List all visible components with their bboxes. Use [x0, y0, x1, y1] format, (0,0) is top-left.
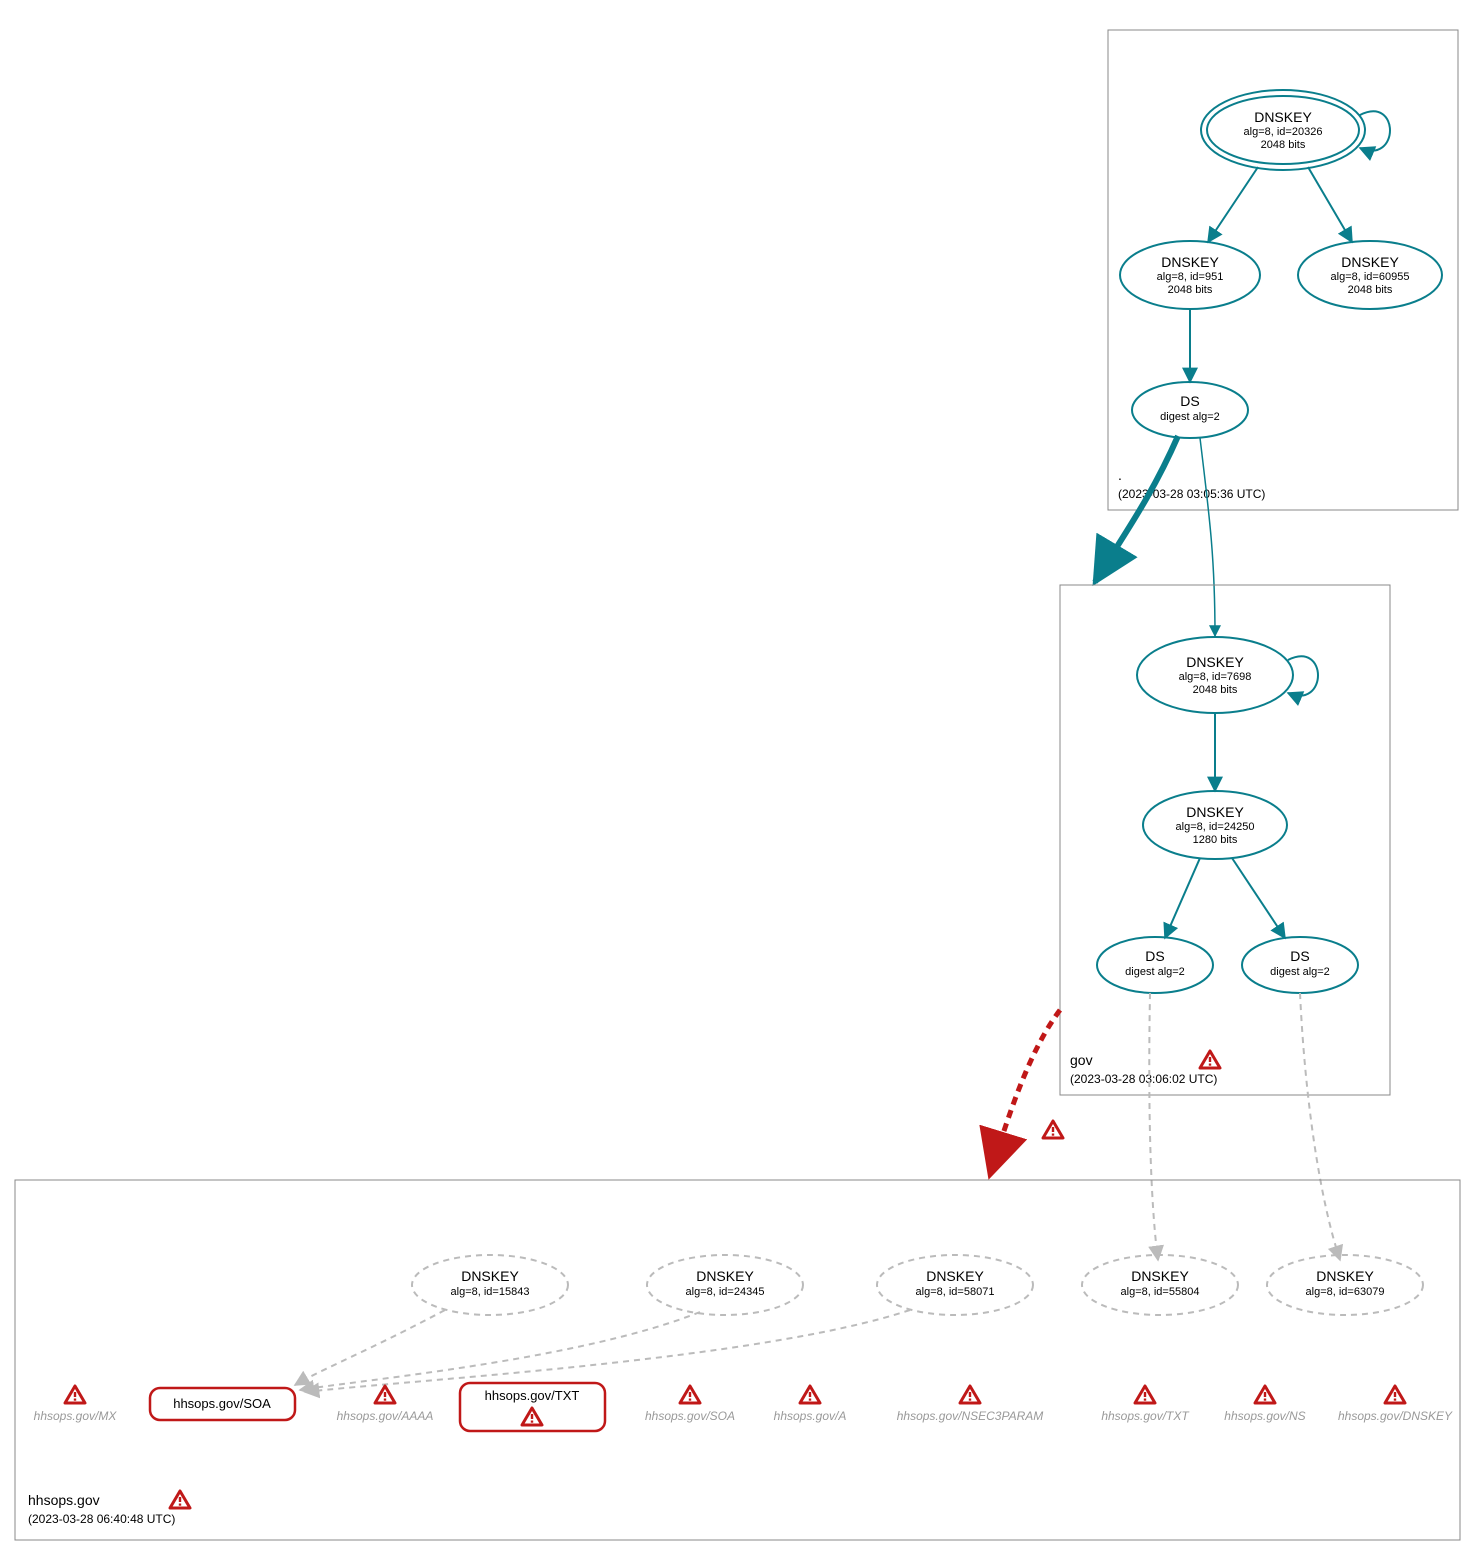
svg-text:hhsops.gov/AAAA: hhsops.gov/AAAA	[337, 1409, 434, 1423]
zone-root-timestamp: (2023-03-28 03:05:36 UTC)	[1118, 487, 1265, 501]
svg-text:hhsops.gov/TXT: hhsops.gov/TXT	[485, 1388, 580, 1403]
zone-hhsops: hhsops.gov (2023-03-28 06:40:48 UTC) DNS…	[15, 1180, 1460, 1540]
gov-ds2-node: DS digest alg=2	[1242, 937, 1358, 993]
hhsops-rr-ns: hhsops.gov/NS	[1224, 1386, 1305, 1423]
svg-text:digest alg=2: digest alg=2	[1160, 411, 1220, 423]
zone-root-name: .	[1118, 467, 1122, 483]
gov-ksk-node: DNSKEY alg=8, id=7698 2048 bits	[1137, 637, 1293, 713]
gov-zsk-node: DNSKEY alg=8, id=24250 1280 bits	[1143, 791, 1287, 859]
root-ksk-title: DNSKEY	[1254, 109, 1312, 125]
svg-text:digest alg=2: digest alg=2	[1125, 966, 1185, 978]
zone-hhsops-timestamp: (2023-03-28 06:40:48 UTC)	[28, 1512, 175, 1526]
zone-root: . (2023-03-28 03:05:36 UTC) DNSKEY alg=8…	[1108, 30, 1458, 510]
hhsops-soa-box: hhsops.gov/SOA	[150, 1388, 295, 1420]
hhsops-rr-aaaa: hhsops.gov/AAAA	[337, 1386, 434, 1423]
hhsops-rr-txt2: hhsops.gov/TXT	[1101, 1386, 1190, 1423]
svg-text:alg=8, id=24345: alg=8, id=24345	[686, 1286, 765, 1298]
hhsops-dnskey-4: DNSKEY alg=8, id=55804	[1082, 1255, 1238, 1315]
svg-text:digest alg=2: digest alg=2	[1270, 966, 1330, 978]
svg-text:DS: DS	[1180, 393, 1199, 409]
svg-text:DNSKEY: DNSKEY	[461, 1268, 519, 1284]
svg-text:2048 bits: 2048 bits	[1168, 284, 1213, 296]
svg-text:alg=8, id=55804: alg=8, id=55804	[1121, 1286, 1200, 1298]
hhsops-rr-nsec3param: hhsops.gov/NSEC3PARAM	[897, 1386, 1044, 1423]
warning-icon	[1043, 1121, 1063, 1138]
hhsops-rr-soa2: hhsops.gov/SOA	[645, 1386, 735, 1423]
svg-text:alg=8, id=951: alg=8, id=951	[1157, 271, 1224, 283]
svg-text:hhsops.gov/NSEC3PARAM: hhsops.gov/NSEC3PARAM	[897, 1409, 1044, 1423]
zone-hhsops-name: hhsops.gov	[28, 1492, 100, 1508]
gov-ds1-node: DS digest alg=2	[1097, 937, 1213, 993]
svg-text:DS: DS	[1290, 948, 1309, 964]
zone-gov-name: gov	[1070, 1052, 1093, 1068]
hhsops-txt-box: hhsops.gov/TXT	[460, 1383, 605, 1431]
warning-icon	[170, 1491, 190, 1508]
zone-gov-timestamp: (2023-03-28 03:06:02 UTC)	[1070, 1072, 1217, 1086]
hhsops-rr-mx: hhsops.gov/MX	[34, 1386, 118, 1423]
root-ksk-alg: alg=8, id=20326	[1244, 126, 1323, 138]
svg-text:alg=8, id=24250: alg=8, id=24250	[1176, 821, 1255, 833]
hhsops-dnskey-2: DNSKEY alg=8, id=24345	[647, 1255, 803, 1315]
edge-root-to-gov	[1095, 436, 1178, 582]
root-ksk-bits: 2048 bits	[1261, 139, 1306, 151]
svg-text:DNSKEY: DNSKEY	[1186, 654, 1244, 670]
svg-text:DS: DS	[1145, 948, 1164, 964]
hhsops-dnskey-5: DNSKEY alg=8, id=63079	[1267, 1255, 1423, 1315]
edge-gov-to-hhsops-error	[990, 1010, 1060, 1175]
svg-text:hhsops.gov/SOA: hhsops.gov/SOA	[645, 1409, 735, 1423]
warning-icon	[1200, 1051, 1220, 1068]
root-ds-node: DS digest alg=2	[1132, 382, 1248, 438]
hhsops-rr-a: hhsops.gov/A	[774, 1386, 847, 1423]
svg-text:alg=8, id=60955: alg=8, id=60955	[1331, 271, 1410, 283]
svg-text:hhsops.gov/A: hhsops.gov/A	[774, 1409, 847, 1423]
svg-text:alg=8, id=7698: alg=8, id=7698	[1179, 671, 1252, 683]
svg-text:1280 bits: 1280 bits	[1193, 834, 1238, 846]
root-ksk-node: DNSKEY alg=8, id=20326 2048 bits	[1201, 90, 1365, 170]
root-zsk1-node: DNSKEY alg=8, id=951 2048 bits	[1120, 241, 1260, 309]
svg-text:hhsops.gov/MX: hhsops.gov/MX	[34, 1409, 118, 1423]
svg-text:alg=8, id=15843: alg=8, id=15843	[451, 1286, 530, 1298]
svg-text:hhsops.gov/DNSKEY: hhsops.gov/DNSKEY	[1338, 1409, 1453, 1423]
svg-text:alg=8, id=63079: alg=8, id=63079	[1306, 1286, 1385, 1298]
root-zsk2-node: DNSKEY alg=8, id=60955 2048 bits	[1298, 241, 1442, 309]
svg-text:hhsops.gov/NS: hhsops.gov/NS	[1224, 1409, 1305, 1423]
svg-text:2048 bits: 2048 bits	[1348, 284, 1393, 296]
svg-text:DNSKEY: DNSKEY	[1316, 1268, 1374, 1284]
svg-text:alg=8, id=58071: alg=8, id=58071	[916, 1286, 995, 1298]
dnssec-diagram: . (2023-03-28 03:05:36 UTC) DNSKEY alg=8…	[0, 0, 1465, 1551]
warning-icon	[522, 1408, 542, 1425]
svg-text:DNSKEY: DNSKEY	[1341, 254, 1399, 270]
zone-gov: gov (2023-03-28 03:06:02 UTC) DNSKEY alg…	[1060, 585, 1390, 1095]
svg-text:hhsops.gov/SOA: hhsops.gov/SOA	[173, 1396, 271, 1411]
svg-text:DNSKEY: DNSKEY	[696, 1268, 754, 1284]
svg-text:DNSKEY: DNSKEY	[1161, 254, 1219, 270]
svg-text:DNSKEY: DNSKEY	[1186, 804, 1244, 820]
hhsops-dnskey-1: DNSKEY alg=8, id=15843	[412, 1255, 568, 1315]
svg-text:2048 bits: 2048 bits	[1193, 684, 1238, 696]
svg-text:DNSKEY: DNSKEY	[1131, 1268, 1189, 1284]
hhsops-rr-dnskey: hhsops.gov/DNSKEY	[1338, 1386, 1453, 1423]
hhsops-dnskey-3: DNSKEY alg=8, id=58071	[877, 1255, 1033, 1315]
svg-text:hhsops.gov/TXT: hhsops.gov/TXT	[1101, 1409, 1190, 1423]
svg-text:DNSKEY: DNSKEY	[926, 1268, 984, 1284]
